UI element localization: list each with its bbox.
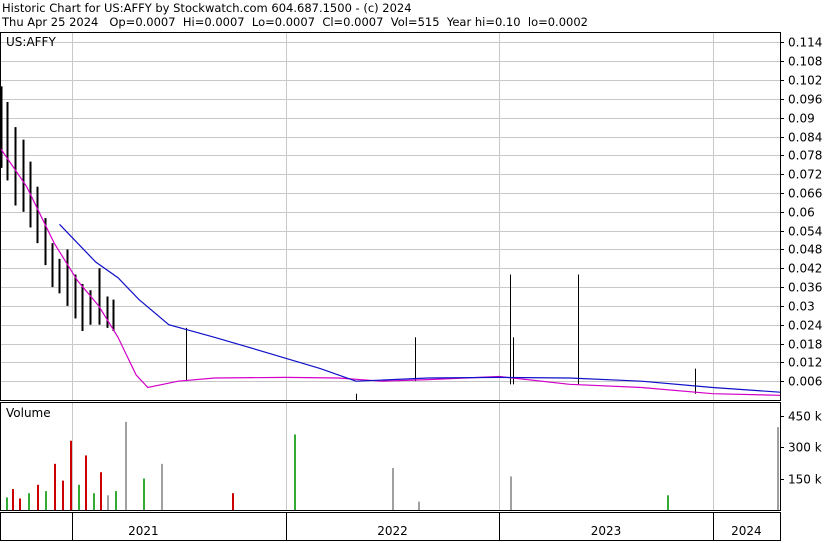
price-tick-label: 0.066 xyxy=(788,187,822,201)
price-tick-label: 0.054 xyxy=(788,225,822,239)
volume-bar xyxy=(418,501,420,510)
price-tick-label: 0.024 xyxy=(788,319,822,333)
volume-bar xyxy=(70,440,72,510)
volume-tick-label: 300 k xyxy=(788,441,822,455)
price-axis: 0.114 0.108 0.102 0.096 0.09 0.084 0.078 0.072 0… xyxy=(780,36,822,389)
volume-bar xyxy=(125,421,127,510)
volume-bar xyxy=(392,468,394,510)
volume-bar xyxy=(62,480,64,510)
stock-chart: 0.114 0.108 0.102 0.096 0.09 0.084 0.078 0.072 0… xyxy=(0,32,822,541)
volume-bar xyxy=(143,478,145,510)
volume-bar xyxy=(107,495,109,510)
volume-bar xyxy=(510,476,512,510)
price-tick-label: 0.048 xyxy=(788,243,822,257)
volume-bar xyxy=(19,498,21,510)
year-label: 2024 xyxy=(731,524,762,538)
price-tick-label: 0.036 xyxy=(788,281,822,295)
price-tick-label: 0.018 xyxy=(788,338,822,352)
volume-bar xyxy=(85,455,87,510)
volume-bar xyxy=(6,497,8,510)
volume-bar xyxy=(37,484,39,510)
price-tick-label: 0.012 xyxy=(788,356,822,370)
price-tick-label: 0.108 xyxy=(788,55,822,69)
price-tick-label: 0.072 xyxy=(788,168,822,182)
volume-bar xyxy=(78,484,80,510)
volume-bar xyxy=(54,463,56,510)
volume-tick-label: 450 k xyxy=(788,410,822,424)
volume-bar xyxy=(777,427,779,510)
volume-bar xyxy=(294,434,296,510)
volume-bar xyxy=(100,472,102,510)
price-tick-label: 0.114 xyxy=(788,36,822,50)
price-tick-label: 0.042 xyxy=(788,262,822,276)
volume-bar xyxy=(93,493,95,510)
volume-label: Volume xyxy=(6,406,51,420)
price-tick-label: 0.078 xyxy=(788,149,822,163)
volume-panel xyxy=(0,402,781,511)
volume-axis: 450 k 300 k 150 k xyxy=(780,410,822,487)
volume-bar xyxy=(28,493,30,510)
volume-bar xyxy=(667,495,669,510)
price-tick-label: 0.03 xyxy=(788,300,815,314)
year-label: 2022 xyxy=(377,524,408,538)
price-tick-label: 0.096 xyxy=(788,93,822,107)
price-tick-label: 0.09 xyxy=(788,112,815,126)
volume-tick-label: 150 k xyxy=(788,473,822,487)
year-label: 2023 xyxy=(591,524,622,538)
price-tick-label: 0.06 xyxy=(788,206,815,220)
price-tick-label: 0.084 xyxy=(788,131,822,145)
volume-bar xyxy=(161,463,163,510)
volume-bar xyxy=(232,493,234,510)
volume-bar xyxy=(115,491,117,510)
symbol-label: US:AFFY xyxy=(6,35,56,49)
price-panel xyxy=(0,32,781,401)
volume-bar xyxy=(45,491,47,510)
price-tick-label: 0.006 xyxy=(788,375,822,389)
year-label: 2021 xyxy=(128,524,159,538)
price-tick-label: 0.102 xyxy=(788,74,822,88)
volume-bar xyxy=(12,489,14,510)
